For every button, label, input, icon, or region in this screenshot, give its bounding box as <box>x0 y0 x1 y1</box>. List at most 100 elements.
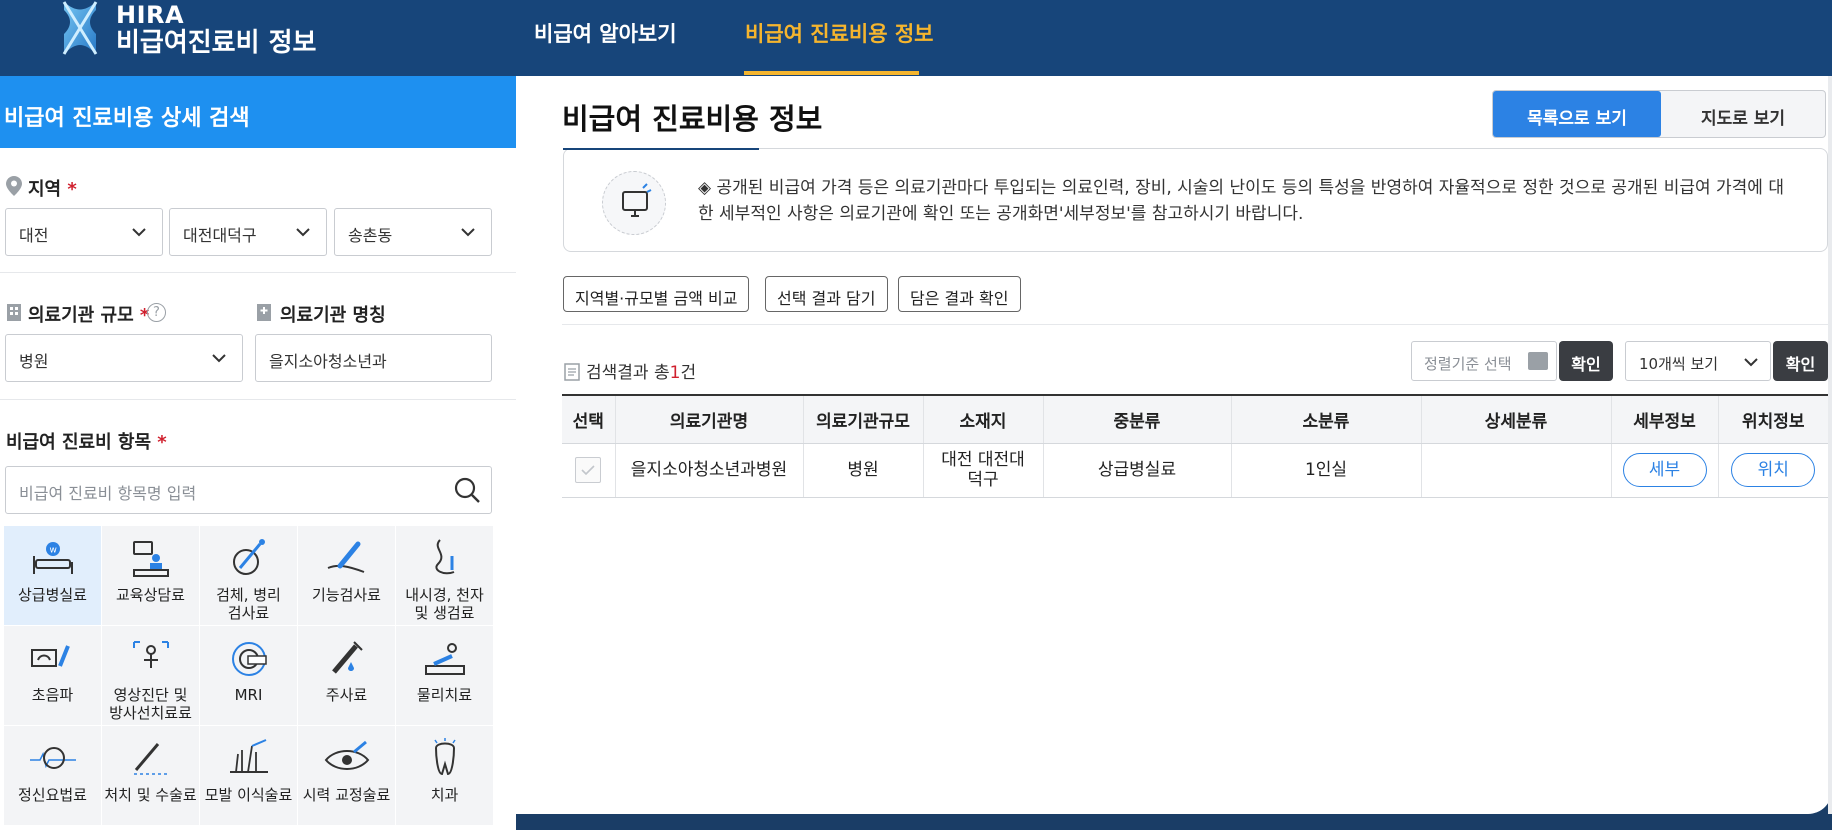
top-header: HIRA 비급여진료비 정보 비급여 알아보기 비급여 진료비용 정보 <box>0 0 1832 76</box>
category-surgery[interactable]: 처치 및 수술료 <box>102 726 200 826</box>
compare-prices-button[interactable]: 지역별·규모별 금액 비교 <box>563 276 750 312</box>
hospital-name-cell: 을지소아청소년과병원 <box>615 443 804 498</box>
category-injection[interactable]: 주사료 <box>298 626 396 726</box>
category-hospital-room[interactable]: w 상급병실료 <box>4 526 102 626</box>
chevron-down-icon <box>296 228 310 237</box>
district-value: 대전대덕구 <box>183 226 257 245</box>
mri-icon <box>231 642 267 676</box>
category-specimen-test[interactable]: 검체, 병리 검사료 <box>200 526 298 626</box>
region-label-text: 지역 <box>28 179 62 200</box>
category-label: 처치 및 수술료 <box>104 786 197 804</box>
divider <box>562 324 1832 325</box>
category-function-test[interactable]: 기능검사료 <box>298 526 396 626</box>
per-page-confirm-button[interactable]: 확인 <box>1773 341 1828 381</box>
town-select[interactable]: 송촌동 <box>334 208 492 256</box>
province-select[interactable]: 대전 <box>5 208 163 256</box>
category-label: 내시경, 천자 및 생검료 <box>405 586 484 622</box>
category-physical-therapy[interactable]: 물리치료 <box>396 626 494 726</box>
category-label: 기능검사료 <box>311 586 381 604</box>
items-label-text: 비급여 진료비 항목 <box>6 432 152 453</box>
nav-active-indicator <box>744 71 919 75</box>
category-vision-correction[interactable]: 시력 교정술료 <box>298 726 396 826</box>
province-value: 대전 <box>19 226 49 245</box>
mid-category-cell: 상급병실료 <box>1043 443 1232 498</box>
col-select: 선택 <box>562 394 616 444</box>
col-hospital-name: 의료기관명 <box>615 394 804 444</box>
check-icon <box>581 465 595 476</box>
map-view-button[interactable]: 지도로 보기 <box>1661 91 1825 137</box>
scale-select[interactable]: 병원 <box>5 334 243 382</box>
category-label: 상급병실료 <box>17 586 87 604</box>
chevron-down-icon <box>212 354 226 363</box>
detail-info-cell: 세부 <box>1611 443 1719 498</box>
item-search-placeholder: 비급여 진료비 항목명 입력 <box>19 484 197 503</box>
divider <box>0 399 516 400</box>
town-value: 송촌동 <box>348 226 393 245</box>
chevron-down-icon <box>461 228 475 237</box>
ultrasound-icon <box>30 645 70 667</box>
function-test-icon <box>327 541 364 573</box>
scale-value: 병원 <box>19 352 49 371</box>
vertical-scrollbar[interactable] <box>1828 76 1832 814</box>
category-ultrasound[interactable]: 초음파 <box>4 626 102 726</box>
site-logo[interactable]: HIRA 비급여진료비 정보 <box>116 2 316 58</box>
sort-select[interactable]: 정렬기준 선택 <box>1411 341 1557 381</box>
district-select[interactable]: 대전대덕구 <box>169 208 327 256</box>
col-small-category: 소분류 <box>1231 394 1422 444</box>
chevron-down-icon <box>132 228 146 237</box>
required-mark: * <box>67 179 77 200</box>
hair-transplant-icon <box>229 739 268 773</box>
help-icon[interactable]: ? <box>147 303 166 322</box>
col-location: 소재지 <box>923 394 1044 444</box>
category-mri[interactable]: MRI <box>200 626 298 726</box>
category-counseling[interactable]: 교육상담료 <box>102 526 200 626</box>
sidebar-title: 비급여 진료비용 상세 검색 <box>0 76 516 148</box>
save-selection-button[interactable]: 선택 결과 담기 <box>765 276 888 312</box>
item-search-input[interactable]: 비급여 진료비 항목명 입력 <box>5 466 492 514</box>
col-detail-category: 상세분류 <box>1421 394 1612 444</box>
col-location-info: 위치정보 <box>1718 394 1828 444</box>
view-saved-button[interactable]: 담은 결과 확인 <box>898 276 1021 312</box>
search-sidebar: 비급여 진료비용 상세 검색 지역 * 대전 대전대덕구 송촌동 의료기관 규모… <box>0 76 516 830</box>
per-page-select[interactable]: 10개씩 보기 <box>1625 341 1771 381</box>
col-mid-category: 중분류 <box>1043 394 1232 444</box>
scale-label: 의료기관 규모 * <box>28 301 149 327</box>
location-button[interactable]: 위치 <box>1731 453 1816 487</box>
category-label: 치과 <box>430 786 459 804</box>
counseling-icon <box>132 541 169 577</box>
category-dental[interactable]: 치과 <box>396 726 494 826</box>
logo-title: HIRA <box>116 1 185 29</box>
nav-cost-info[interactable]: 비급여 진료비용 정보 <box>745 18 934 48</box>
nav-about-noncovered[interactable]: 비급여 알아보기 <box>534 18 677 48</box>
row-checkbox[interactable] <box>575 457 602 483</box>
hira-logo-icon <box>62 1 98 55</box>
category-psychotherapy[interactable]: 정신요법료 <box>4 726 102 826</box>
category-endoscope[interactable]: 내시경, 천자 및 생검료 <box>396 526 494 626</box>
page-title: 비급여 진료비용 정보 <box>562 102 823 136</box>
divider <box>0 272 516 273</box>
surgery-icon <box>133 743 168 775</box>
list-view-button[interactable]: 목록으로 보기 <box>1493 91 1661 137</box>
category-hair-transplant[interactable]: 모발 이식술료 <box>200 726 298 826</box>
scale-cell: 병원 <box>803 443 924 498</box>
detail-button[interactable]: 세부 <box>1622 453 1707 487</box>
specimen-test-icon <box>232 539 265 575</box>
category-label: 검체, 병리 검사료 <box>216 586 281 622</box>
institution-name-input[interactable]: 을지소아청소년과 <box>255 334 492 382</box>
category-label: 교육상담료 <box>115 586 185 604</box>
category-label: 정신요법료 <box>17 786 87 804</box>
radiology-icon <box>132 641 169 668</box>
hospital-bed-icon: w <box>32 542 73 574</box>
view-toggle: 목록으로 보기 지도로 보기 <box>1492 90 1826 138</box>
list-icon <box>1528 352 1548 370</box>
chevron-down-icon <box>1744 358 1758 367</box>
notice-text: ◈ 공개된 비급여 가격 등은 의료기관마다 투입되는 의료인력, 장비, 시술… <box>698 178 1784 224</box>
sort-confirm-button[interactable]: 확인 <box>1559 341 1613 381</box>
search-icon[interactable] <box>453 476 481 504</box>
col-scale: 의료기관규모 <box>803 394 924 444</box>
category-radiology[interactable]: 영상진단 및 방사선치료료 <box>102 626 200 726</box>
small-category-cell: 1인실 <box>1231 443 1422 498</box>
table-row: 을지소아청소년과병원 병원 대전 대전대덕구 상급병실료 1인실 세부 위치 <box>562 443 1828 498</box>
location-info-cell: 위치 <box>1718 443 1828 498</box>
syringe-icon <box>331 641 363 674</box>
